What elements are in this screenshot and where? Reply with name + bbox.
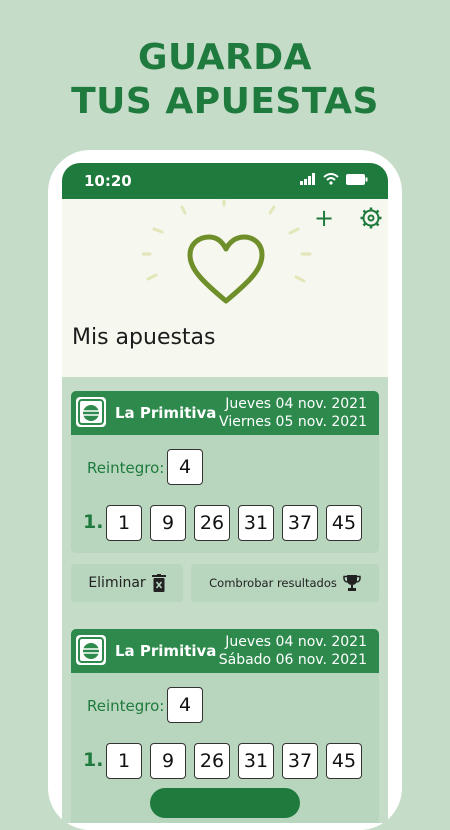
header-area: + Mis apuestas (62, 199, 388, 377)
row-number: 1. (83, 749, 104, 771)
bet-number: 45 (326, 743, 362, 779)
signal-icon (300, 173, 315, 185)
draw-date-2: Viernes 05 nov. 2021 (219, 414, 367, 430)
game-name: La Primitiva (115, 404, 217, 422)
check-results-button[interactable]: Combrobar resultados (191, 564, 379, 602)
headline-line-2: TUS APUESTAS (71, 81, 379, 122)
heart-icon (142, 199, 312, 304)
draw-date-1: Jueves 04 nov. 2021 (225, 634, 367, 650)
app-screen: 10:20 + Mis apuestas La Primitiva Jueves… (62, 163, 388, 823)
bet-dates: Jueves 04 nov. 2021 Viernes 05 nov. 2021 (219, 395, 367, 431)
bet-number: 26 (194, 505, 230, 541)
delete-label: Eliminar (88, 575, 146, 591)
status-bar: 10:20 (62, 163, 388, 199)
battery-icon (346, 173, 368, 185)
bet-number: 9 (150, 505, 186, 541)
bet-card-header: La Primitiva Jueves 04 nov. 2021 Viernes… (71, 391, 379, 435)
check-results-label: Combrobar resultados (209, 576, 337, 590)
bet-dates: Jueves 04 nov. 2021 Sábado 06 nov. 2021 (219, 633, 367, 669)
draw-date-1: Jueves 04 nov. 2021 (225, 396, 367, 412)
bet-card-header: La Primitiva Jueves 04 nov. 2021 Sábado … (71, 629, 379, 673)
bet-number: 45 (326, 505, 362, 541)
bet-number: 1 (106, 743, 142, 779)
bottom-action-button[interactable] (150, 788, 300, 818)
trophy-icon (343, 575, 361, 591)
game-name: La Primitiva (115, 642, 217, 660)
reintegro-label: Reintegro: (87, 459, 165, 477)
primitiva-logo-icon (76, 397, 106, 427)
wifi-icon (323, 173, 339, 185)
row-number: 1. (83, 511, 104, 533)
bet-number: 1 (106, 505, 142, 541)
promo-headline: GUARDA TUS APUESTAS (0, 36, 450, 124)
add-bet-button[interactable]: + (314, 204, 334, 232)
bet-number: 26 (194, 743, 230, 779)
bet-number: 9 (150, 743, 186, 779)
bet-number: 31 (238, 505, 274, 541)
status-time: 10:20 (84, 172, 132, 190)
page-title: Mis apuestas (72, 325, 216, 350)
primitiva-logo-icon (76, 635, 106, 665)
reintegro-label: Reintegro: (87, 697, 165, 715)
bets-list: La Primitiva Jueves 04 nov. 2021 Viernes… (62, 377, 388, 823)
reintegro-value: 4 (167, 449, 203, 485)
bet-number: 37 (282, 743, 318, 779)
reintegro-value: 4 (167, 687, 203, 723)
draw-date-2: Sábado 06 nov. 2021 (218, 652, 367, 668)
status-icons (300, 173, 368, 185)
trash-icon (151, 574, 166, 592)
headline-line-1: GUARDA (138, 37, 312, 78)
bet-number: 31 (238, 743, 274, 779)
bet-number: 37 (282, 505, 318, 541)
bet-card[interactable]: La Primitiva Jueves 04 nov. 2021 Viernes… (71, 391, 379, 553)
delete-button[interactable]: Eliminar (71, 564, 183, 602)
settings-gear-icon[interactable] (360, 207, 382, 229)
